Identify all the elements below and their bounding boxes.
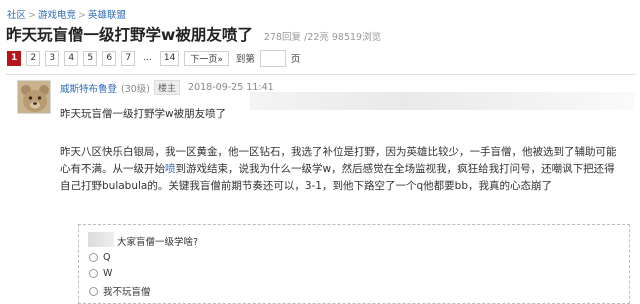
next-page-button[interactable]: 下一页»	[184, 50, 229, 66]
page-button-2[interactable]: 2	[26, 50, 41, 66]
breadcrumb-separator: >	[78, 10, 86, 21]
thread-header: 昨天玩盲僧一级打野学w被朋友喷了 278回复 /22亮 98519浏览	[6, 23, 381, 45]
thread-stats: 278回复 /22亮 98519浏览	[263, 32, 382, 43]
poll-option-q[interactable]: Q	[89, 252, 110, 263]
poll-box: 大家盲僧一级学啥? Q W 我不玩盲僧	[78, 224, 630, 304]
poll-option-label: W	[103, 268, 113, 279]
poll-question: 大家盲僧一级学啥?	[117, 237, 199, 248]
teddy-bear-avatar-icon	[18, 81, 50, 113]
breadcrumb-separator: >	[28, 10, 36, 21]
blurred-region	[250, 92, 635, 110]
breadcrumb-item-community[interactable]: 社区	[7, 10, 26, 21]
page-jump-input[interactable]	[259, 49, 286, 67]
page-button-last[interactable]: 14	[159, 50, 180, 66]
author-name[interactable]: 威斯特布鲁登	[60, 81, 117, 95]
breadcrumb-item-lol[interactable]: 英雄联盟	[88, 10, 126, 21]
page-button-4[interactable]: 4	[64, 50, 79, 66]
radio-button[interactable]	[89, 269, 98, 278]
poll-option-none[interactable]: 我不玩盲僧	[89, 284, 151, 298]
page-button-1[interactable]: 1	[7, 50, 22, 66]
radio-button[interactable]	[89, 253, 98, 262]
post-meta: 威斯特布鲁登 (30级) 楼主 2018-09-25 11:41	[60, 80, 274, 95]
post-body-highlight[interactable]: 喷	[165, 163, 176, 175]
page-button-6[interactable]: 6	[102, 50, 117, 66]
poll-option-w[interactable]: W	[89, 268, 112, 279]
author-level: (30级)	[121, 83, 151, 95]
thread-title: 昨天玩盲僧一级打野学w被朋友喷了	[6, 26, 253, 44]
poll-option-label: 我不玩盲僧	[103, 287, 151, 298]
poll-option-label: Q	[103, 252, 111, 263]
post-divider	[6, 74, 636, 75]
avatar[interactable]	[17, 80, 51, 114]
post-title: 昨天玩盲僧一级打野学w被朋友喷了	[60, 108, 227, 120]
page-button-7[interactable]: 7	[121, 50, 136, 66]
radio-button[interactable]	[89, 286, 98, 296]
pagination: 1 2 3 4 5 6 7 ... 14 下一页» 到第 页	[7, 49, 301, 67]
post-body: 昨天八区快乐白银局，我一区黄金，他一区钻石，我选了补位是打野，因为英雄比较少，一…	[60, 144, 625, 195]
page-button-3[interactable]: 3	[45, 50, 60, 66]
jump-label: 到第	[235, 54, 255, 65]
page-button-5[interactable]: 5	[83, 50, 98, 66]
breadcrumb-item-esports[interactable]: 游戏电竞	[38, 10, 76, 21]
op-badge: 楼主	[154, 80, 181, 95]
breadcrumb: 社区 > 游戏电竞 > 英雄联盟	[7, 7, 126, 21]
page-ellipsis: ...	[143, 53, 152, 63]
jump-unit-label: 页	[290, 54, 301, 65]
poll-blurred-label	[88, 232, 114, 247]
